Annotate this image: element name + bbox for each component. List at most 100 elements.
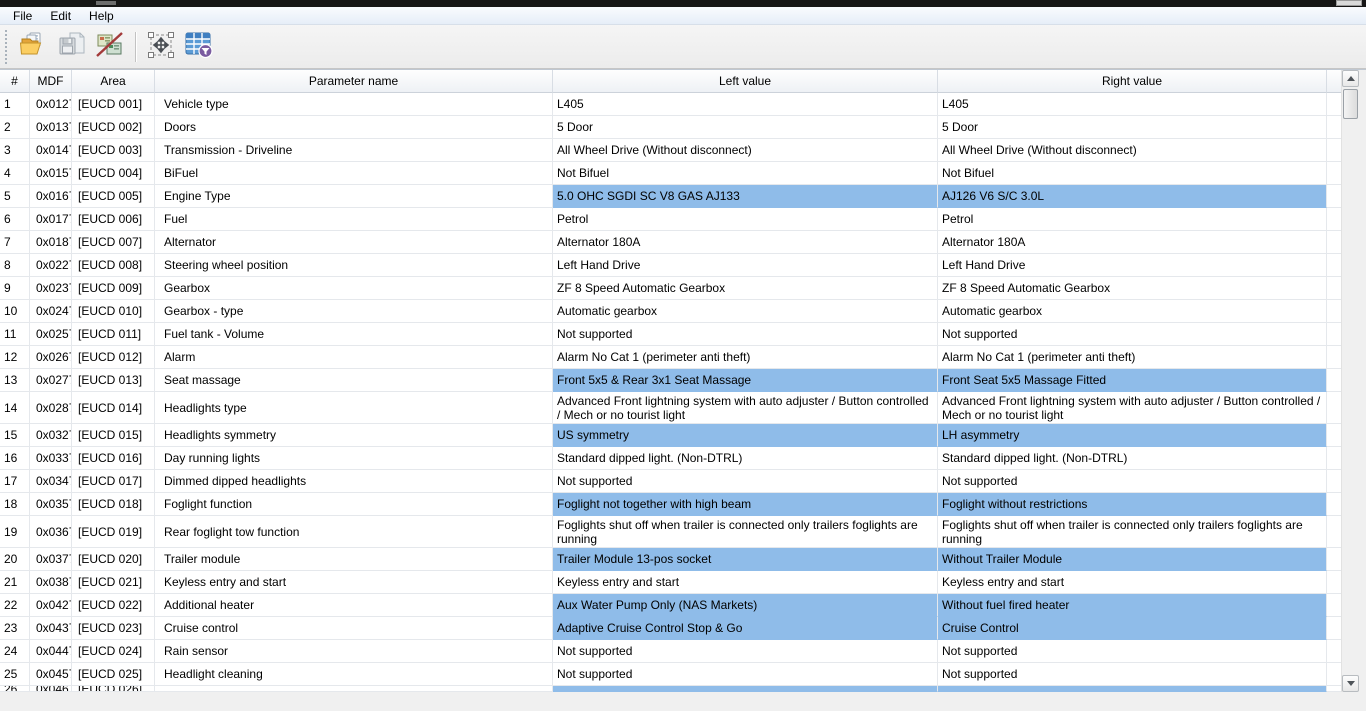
cell-area: [EUCD 014] <box>72 392 155 424</box>
cell-filler <box>1327 116 1341 139</box>
cell-area: [EUCD 005] <box>72 185 155 208</box>
table-row[interactable]: 10x0127[EUCD 001]Vehicle typeL405L405 <box>0 93 1366 116</box>
column-header-num[interactable]: # <box>0 70 30 93</box>
table-row[interactable]: 260x0467[EUCD 026] <box>0 686 1366 692</box>
vertical-scrollbar[interactable] <box>1341 70 1358 692</box>
cell-name <box>155 686 553 692</box>
cell-left: Not supported <box>553 663 938 686</box>
open-file-button[interactable] <box>15 28 53 66</box>
table-row[interactable]: 250x0457[EUCD 025]Headlight cleaningNot … <box>0 663 1366 686</box>
cell-filler <box>1327 300 1341 323</box>
cell-name: Engine Type <box>155 185 553 208</box>
table-row[interactable]: 30x0147[EUCD 003]Transmission - Drivelin… <box>0 139 1366 162</box>
filter-table-button[interactable] <box>180 28 218 66</box>
cell-right: All Wheel Drive (Without disconnect) <box>938 139 1327 162</box>
table-row[interactable]: 110x0257[EUCD 011]Fuel tank - VolumeNot … <box>0 323 1366 346</box>
cell-num: 18 <box>0 493 30 516</box>
cell-num: 1 <box>0 93 30 116</box>
cell-area: [EUCD 017] <box>72 470 155 493</box>
cell-left: Alternator 180A <box>553 231 938 254</box>
table-row[interactable]: 150x0327[EUCD 015]Headlights symmetryUS … <box>0 424 1366 447</box>
menu-item-edit[interactable]: Edit <box>41 8 80 24</box>
arrow-down-icon <box>1347 681 1355 686</box>
table-row[interactable]: 70x0187[EUCD 007]AlternatorAlternator 18… <box>0 231 1366 254</box>
cell-area: [EUCD 012] <box>72 346 155 369</box>
cell-right: Not Bifuel <box>938 162 1327 185</box>
toolbar-grip[interactable] <box>5 30 10 64</box>
table-row[interactable]: 210x0387[EUCD 021]Keyless entry and star… <box>0 571 1366 594</box>
table-row[interactable]: 230x0437[EUCD 023]Cruise controlAdaptive… <box>0 617 1366 640</box>
cell-mdf: 0x0437 <box>30 617 72 640</box>
cell-mdf: 0x0187 <box>30 231 72 254</box>
cell-mdf: 0x0127 <box>30 93 72 116</box>
column-header-left[interactable]: Left value <box>553 70 938 93</box>
cell-mdf: 0x0247 <box>30 300 72 323</box>
table-row[interactable]: 160x0337[EUCD 016]Day running lightsStan… <box>0 447 1366 470</box>
cell-mdf: 0x0347 <box>30 470 72 493</box>
table-right-gutter <box>1358 70 1366 692</box>
table-row[interactable]: 140x0287[EUCD 014]Headlights typeAdvance… <box>0 392 1366 424</box>
cell-left: Petrol <box>553 208 938 231</box>
cell-right: Not supported <box>938 640 1327 663</box>
column-header-right[interactable]: Right value <box>938 70 1327 93</box>
cell-filler <box>1327 93 1341 116</box>
table-row[interactable]: 80x0227[EUCD 008]Steering wheel position… <box>0 254 1366 277</box>
cell-area: [EUCD 001] <box>72 93 155 116</box>
cell-left: Not supported <box>553 470 938 493</box>
cell-right: 5 Door <box>938 116 1327 139</box>
table-row[interactable]: 100x0247[EUCD 010]Gearbox - typeAutomati… <box>0 300 1366 323</box>
table-row[interactable]: 170x0347[EUCD 017]Dimmed dipped headligh… <box>0 470 1366 493</box>
table-row[interactable]: 60x0177[EUCD 006]FuelPetrolPetrol <box>0 208 1366 231</box>
table-row[interactable]: 220x0427[EUCD 022]Additional heaterAux W… <box>0 594 1366 617</box>
cell-num: 6 <box>0 208 30 231</box>
menu-item-file[interactable]: File <box>4 8 41 24</box>
cell-num: 3 <box>0 139 30 162</box>
table-filter-icon <box>184 31 214 62</box>
cell-num: 2 <box>0 116 30 139</box>
scroll-down-button[interactable] <box>1342 675 1359 692</box>
cell-filler <box>1327 686 1341 692</box>
fit-view-button[interactable] <box>142 28 180 66</box>
cell-name: Day running lights <box>155 447 553 470</box>
table-row[interactable]: 90x0237[EUCD 009]GearboxZF 8 Speed Autom… <box>0 277 1366 300</box>
column-header-name[interactable]: Parameter name <box>155 70 553 93</box>
cell-left: Alarm No Cat 1 (perimeter anti theft) <box>553 346 938 369</box>
cell-filler <box>1327 254 1341 277</box>
table-row[interactable]: 240x0447[EUCD 024]Rain sensorNot support… <box>0 640 1366 663</box>
cell-area: [EUCD 018] <box>72 493 155 516</box>
window-control-button[interactable] <box>1336 0 1362 6</box>
cell-mdf: 0x0327 <box>30 424 72 447</box>
table-row[interactable]: 50x0167[EUCD 005]Engine Type5.0 OHC SGDI… <box>0 185 1366 208</box>
cell-left: US symmetry <box>553 424 938 447</box>
cell-right: Cruise Control <box>938 617 1327 640</box>
open-folder-icon <box>19 31 49 62</box>
cell-left: L405 <box>553 93 938 116</box>
table-row[interactable]: 40x0157[EUCD 004]BiFuelNot BifuelNot Bif… <box>0 162 1366 185</box>
save-button[interactable] <box>53 28 91 66</box>
cell-filler <box>1327 231 1341 254</box>
scrollbar-thumb[interactable] <box>1343 89 1358 119</box>
cell-num: 11 <box>0 323 30 346</box>
cell-mdf: 0x0237 <box>30 277 72 300</box>
compare-files-button[interactable] <box>91 28 129 66</box>
table-row[interactable]: 20x0137[EUCD 002]Doors5 Door5 Door <box>0 116 1366 139</box>
cell-mdf: 0x0147 <box>30 139 72 162</box>
table-row[interactable]: 180x0357[EUCD 018]Foglight functionFogli… <box>0 493 1366 516</box>
cell-name: Fuel <box>155 208 553 231</box>
cell-filler <box>1327 447 1341 470</box>
cell-right: Not supported <box>938 470 1327 493</box>
cell-area: [EUCD 009] <box>72 277 155 300</box>
table-row[interactable]: 200x0377[EUCD 020]Trailer moduleTrailer … <box>0 548 1366 571</box>
scroll-up-button[interactable] <box>1342 70 1359 87</box>
cell-right: Not supported <box>938 323 1327 346</box>
table-row[interactable]: 130x0277[EUCD 013]Seat massageFront 5x5 … <box>0 369 1366 392</box>
table-row[interactable]: 190x0367[EUCD 019]Rear foglight tow func… <box>0 516 1366 548</box>
cell-right: Alarm No Cat 1 (perimeter anti theft) <box>938 346 1327 369</box>
column-header-mdf[interactable]: MDF <box>30 70 72 93</box>
table-row[interactable]: 120x0267[EUCD 012]AlarmAlarm No Cat 1 (p… <box>0 346 1366 369</box>
cell-num: 17 <box>0 470 30 493</box>
menu-item-help[interactable]: Help <box>80 8 123 24</box>
cell-mdf: 0x0267 <box>30 346 72 369</box>
cell-name: Fuel tank - Volume <box>155 323 553 346</box>
column-header-area[interactable]: Area <box>72 70 155 93</box>
